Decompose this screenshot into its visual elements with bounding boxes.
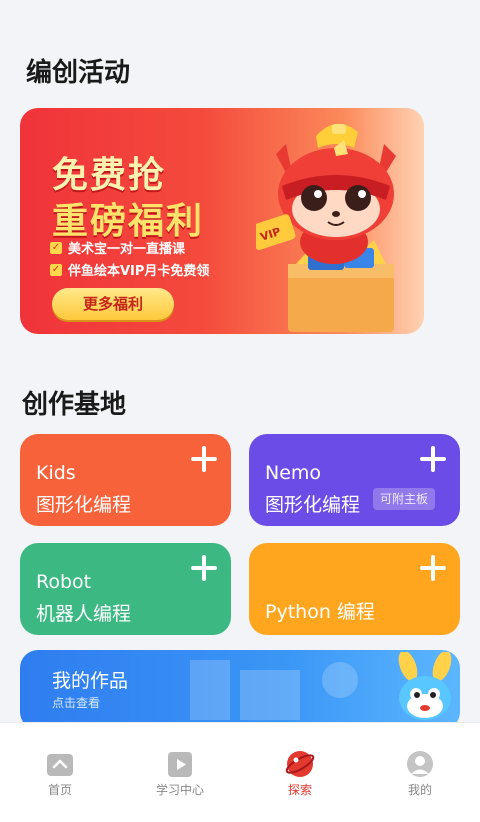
tab-explore[interactable]: 探索 xyxy=(240,723,360,822)
card-title: Nemo xyxy=(265,462,322,484)
tab-label: 首页 xyxy=(47,783,72,797)
profile-icon xyxy=(407,751,433,777)
tab-label: 学习中心 xyxy=(155,783,204,797)
activity-banner[interactable]: 免费抢 重磅福利 ✓ 美术宝一对一直播课 ✓ 伴鱼绘本VIP月卡免费领 更多福利 xyxy=(20,108,424,334)
activities-title: 编创活动 xyxy=(26,58,131,88)
plus-icon[interactable] xyxy=(191,555,217,581)
robot-programming-card[interactable]: Robot 机器人编程 xyxy=(20,543,231,635)
my-works-card[interactable]: 我的作品 点击查看 xyxy=(20,650,460,730)
plus-icon[interactable] xyxy=(191,446,217,472)
banner-headline-2: 重磅福利 xyxy=(52,201,205,242)
code-pattern-decoration xyxy=(190,660,358,720)
tab-label: 我的 xyxy=(407,783,432,797)
plus-icon[interactable] xyxy=(420,555,446,581)
banner-bullet-text: 美术宝一对一直播课 xyxy=(68,242,186,257)
bottom-tab-bar: 首页 学习中心 探索 我的 xyxy=(0,722,480,822)
card-title: Robot xyxy=(36,571,92,593)
explore-icon xyxy=(285,751,315,777)
check-icon: ✓ xyxy=(50,241,62,254)
creation-base-title: 创作基地 xyxy=(22,390,127,420)
tab-home[interactable]: 首页 xyxy=(0,723,120,822)
home-icon xyxy=(47,754,73,776)
tab-profile[interactable]: 我的 xyxy=(360,723,480,822)
banner-bullet-text: 伴鱼绘本VIP月卡免费领 xyxy=(68,264,210,279)
python-programming-card[interactable]: Python 编程 xyxy=(249,543,460,635)
play-icon xyxy=(168,752,192,777)
card-subtitle: 图形化编程 xyxy=(265,494,361,516)
banner-bullet: ✓ 伴鱼绘本VIP月卡免费领 xyxy=(50,260,209,279)
my-works-subtitle: 点击查看 xyxy=(52,696,101,710)
more-benefits-button[interactable]: 更多福利 xyxy=(52,288,174,320)
tab-learning-center[interactable]: 学习中心 xyxy=(120,723,240,822)
card-title: Kids xyxy=(36,462,76,484)
fox-mascot-illustration: VIP xyxy=(256,123,396,332)
check-icon: ✓ xyxy=(50,263,62,276)
tab-label: 探索 xyxy=(287,783,312,797)
card-title: Python 编程 xyxy=(265,601,375,623)
banner-headline-1: 免费抢 xyxy=(52,155,167,196)
rabbit-mascot-illustration xyxy=(398,652,452,720)
my-works-title: 我的作品 xyxy=(52,670,129,692)
card-subtitle: 机器人编程 xyxy=(36,603,132,625)
banner-bullet: ✓ 美术宝一对一直播课 xyxy=(50,238,185,257)
nemo-programming-card[interactable]: Nemo 图形化编程 可附主板 xyxy=(249,434,460,526)
card-subtitle: 图形化编程 xyxy=(36,494,132,516)
plus-icon[interactable] xyxy=(420,446,446,472)
kids-programming-card[interactable]: Kids 图形化编程 xyxy=(20,434,231,526)
mainboard-badge: 可附主板 xyxy=(373,488,436,510)
